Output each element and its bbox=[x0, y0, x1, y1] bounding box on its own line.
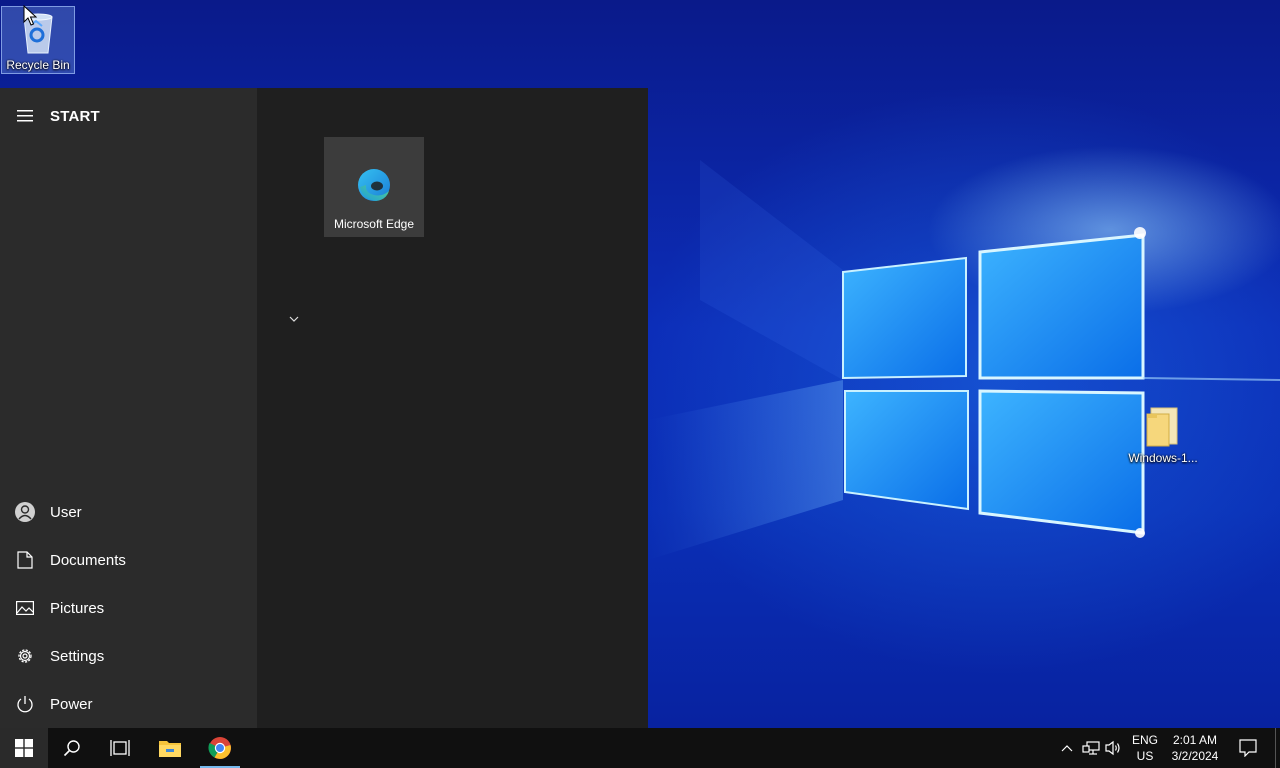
notification-icon bbox=[1239, 739, 1257, 757]
start-menu: START User Documents Pictures Settings P… bbox=[0, 88, 648, 728]
start-menu-title: START bbox=[50, 107, 100, 125]
sidebar-item-pictures[interactable]: Pictures bbox=[0, 584, 257, 632]
sidebar-item-label: User bbox=[50, 503, 82, 521]
sidebar-item-label: Documents bbox=[50, 551, 126, 569]
sidebar-item-label: Power bbox=[50, 695, 93, 713]
folder-label: Windows-1... bbox=[1128, 451, 1198, 465]
chrome-button[interactable] bbox=[196, 728, 244, 768]
keyboard-layout: US bbox=[1136, 749, 1154, 763]
recycle-bin-desktop-icon[interactable]: Recycle Bin bbox=[1, 6, 75, 74]
start-button[interactable] bbox=[0, 728, 48, 768]
tile-microsoft-edge[interactable]: Microsoft Edge bbox=[324, 137, 424, 237]
windows-logo-icon bbox=[15, 739, 33, 757]
user-icon bbox=[0, 501, 50, 523]
sidebar-item-label: Settings bbox=[50, 647, 105, 665]
folder-icon bbox=[159, 741, 181, 757]
folder-icon bbox=[1146, 407, 1178, 447]
hamburger-menu-icon[interactable] bbox=[0, 110, 50, 122]
start-menu-header: START bbox=[0, 104, 257, 128]
start-menu-sidebar: START User Documents Pictures Settings P… bbox=[0, 88, 257, 728]
clock[interactable]: 2:01 AM 3/2/2024 bbox=[1166, 728, 1224, 768]
clock-time: 2:01 AM bbox=[1172, 733, 1218, 747]
chevron-up-icon bbox=[1061, 745, 1073, 752]
folder-desktop-icon[interactable]: Windows-1... bbox=[1124, 406, 1202, 465]
input-language-indicator[interactable]: ENG US bbox=[1128, 728, 1162, 768]
show-desktop-button[interactable] bbox=[1275, 728, 1280, 768]
document-icon bbox=[0, 551, 50, 569]
gear-icon bbox=[0, 647, 50, 665]
sidebar-item-user[interactable]: User bbox=[0, 488, 257, 536]
search-button[interactable] bbox=[48, 728, 96, 768]
network-icon bbox=[1082, 741, 1100, 755]
file-explorer-button[interactable] bbox=[146, 728, 194, 768]
tray-overflow-button[interactable] bbox=[1056, 728, 1078, 768]
speaker-icon bbox=[1105, 740, 1120, 756]
taskbar: ENG US 2:01 AM 3/2/2024 bbox=[0, 728, 1280, 768]
chevron-down-icon[interactable] bbox=[287, 312, 301, 326]
tile-label: Microsoft Edge bbox=[333, 217, 415, 231]
sidebar-item-power[interactable]: Power bbox=[0, 680, 257, 728]
volume-button[interactable] bbox=[1103, 728, 1125, 768]
start-menu-tiles: Microsoft Edge bbox=[257, 88, 648, 728]
sidebar-item-documents[interactable]: Documents bbox=[0, 536, 257, 584]
sidebar-item-settings[interactable]: Settings bbox=[0, 632, 257, 680]
power-icon bbox=[0, 695, 50, 713]
clock-date: 3/2/2024 bbox=[1171, 749, 1219, 763]
action-center-button[interactable] bbox=[1232, 728, 1264, 768]
picture-icon bbox=[0, 601, 50, 615]
edge-icon bbox=[356, 167, 392, 208]
task-view-icon bbox=[110, 740, 130, 756]
language-code: ENG bbox=[1131, 733, 1158, 747]
task-view-button[interactable] bbox=[96, 728, 144, 768]
network-button[interactable] bbox=[1080, 728, 1102, 768]
sidebar-item-label: Pictures bbox=[50, 599, 105, 617]
mouse-cursor-icon bbox=[23, 5, 37, 26]
recycle-bin-label: Recycle Bin bbox=[6, 58, 70, 72]
chrome-icon bbox=[208, 737, 231, 759]
search-icon bbox=[63, 740, 80, 757]
